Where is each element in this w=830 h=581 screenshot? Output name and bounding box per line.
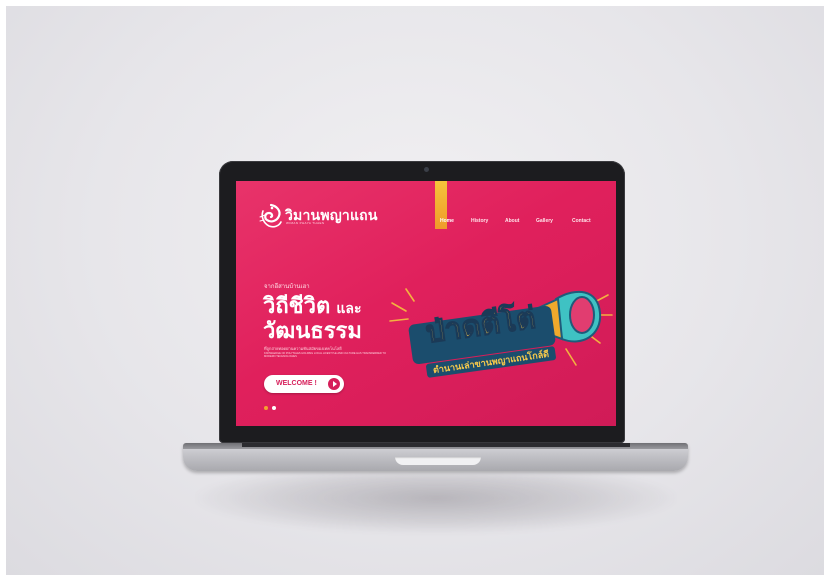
hero-artwork: ป่าดตีโต่ ตำนานเล่าขานพญาแถนโกล์ดี — [389, 288, 613, 378]
nav-history[interactable]: History — [471, 218, 488, 224]
trackpad-notch — [395, 457, 481, 465]
naga-logo-icon — [259, 203, 282, 228]
slider-dot-1[interactable] — [264, 406, 268, 410]
webcam-icon — [424, 167, 429, 172]
site-logo-subtitle: WIMAN PHAYA THAEN — [286, 221, 325, 225]
hero-tagline-english: KNOWLEDGE OF POLYTALES HOLDING LOCAL LIF… — [264, 352, 386, 359]
nav-about[interactable]: About — [505, 218, 519, 224]
hero-tagline-thai: ที่ถูกถ่ายทอดผ่านความทันสมัยของเทคโนโลยี — [264, 346, 342, 351]
hero-headline-line2: วัฒนธรรม — [263, 318, 362, 343]
hero-headline-suffix: และ — [336, 300, 362, 316]
laptop-shadow — [196, 474, 676, 534]
hero-headline-main: วิถีชีวิต — [263, 293, 331, 318]
laptop-screen: วิมานพญาแถน WIMAN PHAYA THAEN Home Histo… — [236, 181, 616, 426]
wall-background: วิมานพญาแถน WIMAN PHAYA THAEN Home Histo… — [6, 6, 824, 575]
welcome-button[interactable]: WELCOME ! — [264, 375, 344, 393]
nav-gallery[interactable]: Gallery — [536, 218, 553, 224]
arrow-right-icon — [328, 378, 340, 390]
keyboard-edge — [242, 443, 630, 447]
hero-eyebrow: จากอีสานบ้านเฮา — [264, 284, 310, 290]
welcome-button-label: WELCOME ! — [276, 380, 317, 387]
nav-contact[interactable]: Contact — [572, 218, 591, 224]
hero-headline-line1: วิถีชีวิต และ — [263, 295, 362, 317]
slider-dot-2[interactable] — [272, 406, 276, 410]
nav-home[interactable]: Home — [440, 218, 454, 224]
